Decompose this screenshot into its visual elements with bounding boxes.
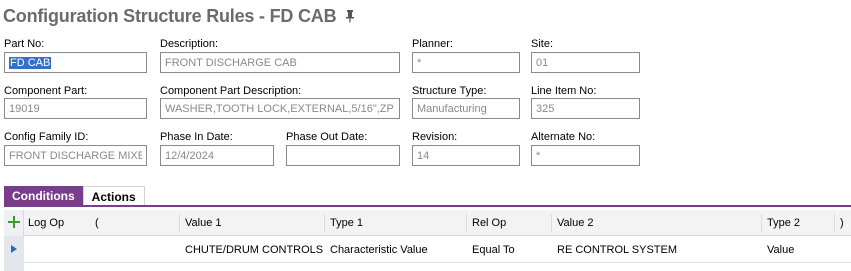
page-title: Configuration Structure Rules - FD CAB [3, 5, 337, 26]
tab-underline [4, 205, 851, 207]
revision-label: Revision: [412, 131, 458, 143]
site-field[interactable] [531, 52, 640, 73]
add-row-icon[interactable] [8, 216, 20, 228]
row-selector[interactable] [4, 236, 24, 271]
component-part-label: Component Part: [4, 85, 88, 97]
column-header-value-2[interactable]: Value 2 [557, 210, 594, 236]
column-header-type-2[interactable]: Type 2 [767, 210, 800, 236]
column-header-open-paren[interactable]: ( [95, 210, 99, 236]
cell-type-1[interactable]: Characteristic Value [330, 236, 428, 263]
column-separator [179, 214, 180, 232]
column-separator [466, 214, 467, 232]
pin-icon[interactable] [344, 9, 356, 23]
config-family-id-label: Config Family ID: [4, 131, 89, 143]
conditions-grid: Log Op ( Value 1 Type 1 Rel Op Value 2 T… [4, 210, 851, 271]
part-no-label: Part No: [4, 38, 45, 50]
phase-in-date-field[interactable] [160, 145, 274, 166]
cell-value-2[interactable]: RE CONTROL SYSTEM [557, 236, 677, 263]
tab-actions[interactable]: Actions [82, 186, 145, 206]
column-header-rel-op[interactable]: Rel Op [472, 210, 506, 236]
column-separator [761, 214, 762, 232]
column-header-log-op[interactable]: Log Op [28, 210, 64, 236]
column-separator [551, 214, 552, 232]
tab-bar: Conditions Actions [4, 186, 145, 206]
tab-conditions[interactable]: Conditions [4, 186, 83, 206]
phase-out-date-field[interactable] [286, 145, 400, 166]
config-family-id-field[interactable] [4, 145, 147, 166]
grid-header: Log Op ( Value 1 Type 1 Rel Op Value 2 T… [4, 210, 851, 236]
part-no-value: FD CAB [9, 56, 52, 69]
description-label: Description: [160, 38, 219, 50]
column-header-close-paren[interactable]: ) [840, 210, 844, 236]
column-header-type-1[interactable]: Type 1 [330, 210, 363, 236]
cell-type-2[interactable]: Value [767, 236, 794, 263]
component-part-description-label: Component Part Description: [160, 85, 302, 97]
component-part-field[interactable] [4, 98, 147, 119]
column-header-value-1[interactable]: Value 1 [185, 210, 222, 236]
column-separator [834, 214, 835, 232]
cell-rel-op[interactable]: Equal To [472, 236, 515, 263]
table-row[interactable]: CHUTE/DRUM CONTROLS Characteristic Value… [4, 236, 851, 263]
phase-in-date-label: Phase In Date: [160, 131, 233, 143]
line-item-no-field[interactable] [531, 98, 640, 119]
component-part-description-field[interactable] [160, 98, 400, 119]
structure-type-label: Structure Type: [412, 85, 487, 97]
structure-type-field[interactable] [412, 98, 520, 119]
site-label: Site: [531, 38, 554, 50]
alternate-no-label: Alternate No: [531, 131, 596, 143]
revision-field[interactable] [412, 145, 520, 166]
line-item-no-label: Line Item No: [531, 85, 597, 97]
column-separator [324, 214, 325, 232]
page-header: Configuration Structure Rules - FD CAB [3, 4, 356, 28]
cell-value-1[interactable]: CHUTE/DRUM CONTROLS [185, 236, 323, 263]
planner-label: Planner: [412, 38, 453, 50]
planner-field[interactable] [412, 52, 520, 73]
alternate-no-field[interactable] [531, 145, 640, 166]
description-field[interactable] [160, 52, 400, 73]
phase-out-date-label: Phase Out Date: [286, 131, 368, 143]
part-no-field[interactable]: FD CAB [4, 52, 147, 73]
current-row-arrow-icon [11, 245, 17, 253]
